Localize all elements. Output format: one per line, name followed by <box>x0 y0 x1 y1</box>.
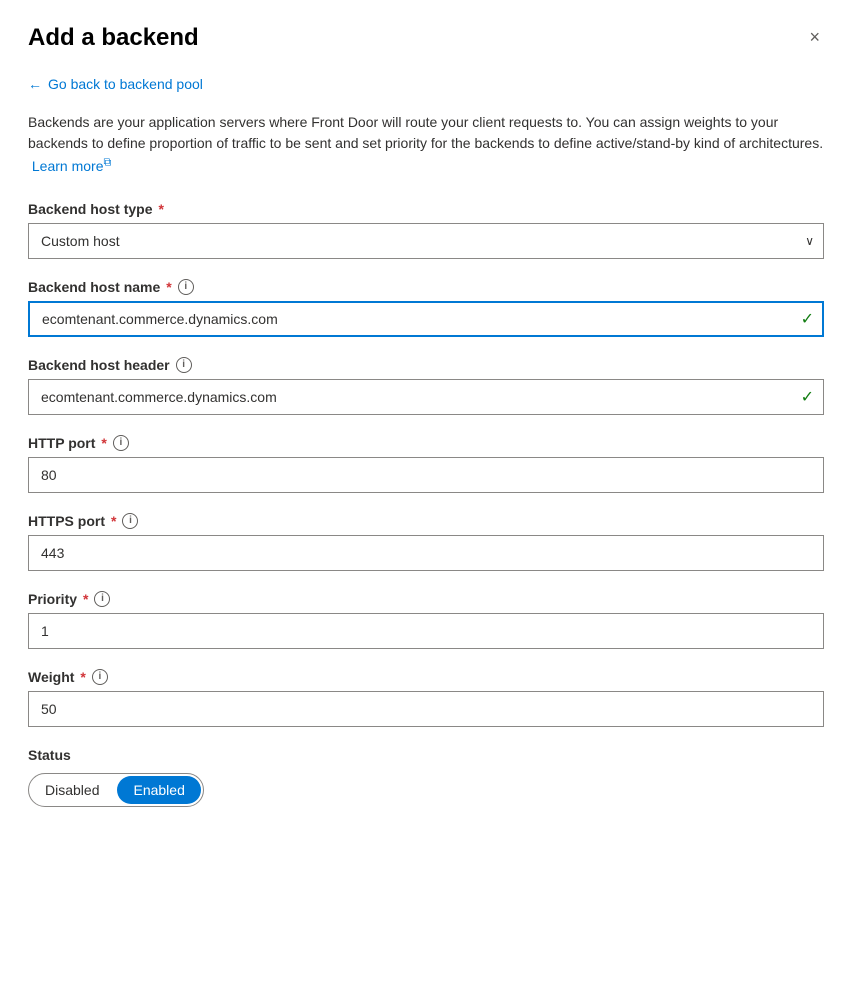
backend-host-type-select-wrapper: Custom host App service Cloud service St… <box>28 223 824 259</box>
info-icon: i <box>94 591 110 607</box>
http-port-group: HTTP port * i <box>28 435 824 493</box>
required-star: * <box>111 513 116 529</box>
https-port-label: HTTPS port * i <box>28 513 824 529</box>
info-icon: i <box>176 357 192 373</box>
backend-host-name-label: Backend host name * i <box>28 279 824 295</box>
info-icon: i <box>122 513 138 529</box>
info-icon: i <box>92 669 108 685</box>
backend-host-name-input[interactable] <box>28 301 824 337</box>
description-body: Backends are your application servers wh… <box>28 114 823 151</box>
required-star: * <box>158 201 163 217</box>
backend-host-header-label: Backend host header i <box>28 357 824 373</box>
http-port-input[interactable] <box>28 457 824 493</box>
info-icon: i <box>178 279 194 295</box>
status-label: Status <box>28 747 824 763</box>
http-port-input-wrapper <box>28 457 824 493</box>
external-link-icon: ⧉ <box>103 156 111 168</box>
back-link[interactable]: ← Go back to backend pool <box>28 76 203 92</box>
priority-input-wrapper <box>28 613 824 649</box>
priority-group: Priority * i <box>28 591 824 649</box>
https-port-group: HTTPS port * i <box>28 513 824 571</box>
status-enabled-option[interactable]: Enabled <box>117 776 200 804</box>
priority-label: Priority * i <box>28 591 824 607</box>
backend-host-type-label: Backend host type * <box>28 201 824 217</box>
close-button[interactable]: × <box>805 24 824 50</box>
status-group: Status Disabled Enabled <box>28 747 824 807</box>
required-star: * <box>80 669 85 685</box>
required-star: * <box>166 279 171 295</box>
http-port-label: HTTP port * i <box>28 435 824 451</box>
required-star: * <box>83 591 88 607</box>
https-port-input-wrapper <box>28 535 824 571</box>
required-star: * <box>101 435 106 451</box>
status-disabled-option[interactable]: Disabled <box>29 774 115 806</box>
panel-title: Add a backend <box>28 24 199 52</box>
info-icon: i <box>113 435 129 451</box>
weight-input-wrapper <box>28 691 824 727</box>
backend-host-name-group: Backend host name * i ✓ <box>28 279 824 337</box>
backend-host-type-select[interactable]: Custom host App service Cloud service St… <box>28 223 824 259</box>
backend-host-name-input-wrapper: ✓ <box>28 301 824 337</box>
weight-group: Weight * i <box>28 669 824 727</box>
valid-check-icon: ✓ <box>801 309 814 329</box>
back-arrow-icon: ← <box>28 76 42 92</box>
valid-check-icon: ✓ <box>801 387 814 407</box>
backend-host-type-group: Backend host type * Custom host App serv… <box>28 201 824 259</box>
back-link-label: Go back to backend pool <box>48 76 203 92</box>
add-backend-panel: Add a backend × ← Go back to backend poo… <box>0 0 852 1007</box>
backend-host-header-input-wrapper: ✓ <box>28 379 824 415</box>
description-text: Backends are your application servers wh… <box>28 112 824 177</box>
backend-host-header-group: Backend host header i ✓ <box>28 357 824 415</box>
priority-input[interactable] <box>28 613 824 649</box>
panel-header: Add a backend × <box>28 24 824 52</box>
weight-label: Weight * i <box>28 669 824 685</box>
backend-host-header-input[interactable] <box>28 379 824 415</box>
status-toggle-group: Disabled Enabled <box>28 773 204 807</box>
learn-more-link[interactable]: Learn more⧉ <box>32 158 111 174</box>
https-port-input[interactable] <box>28 535 824 571</box>
weight-input[interactable] <box>28 691 824 727</box>
